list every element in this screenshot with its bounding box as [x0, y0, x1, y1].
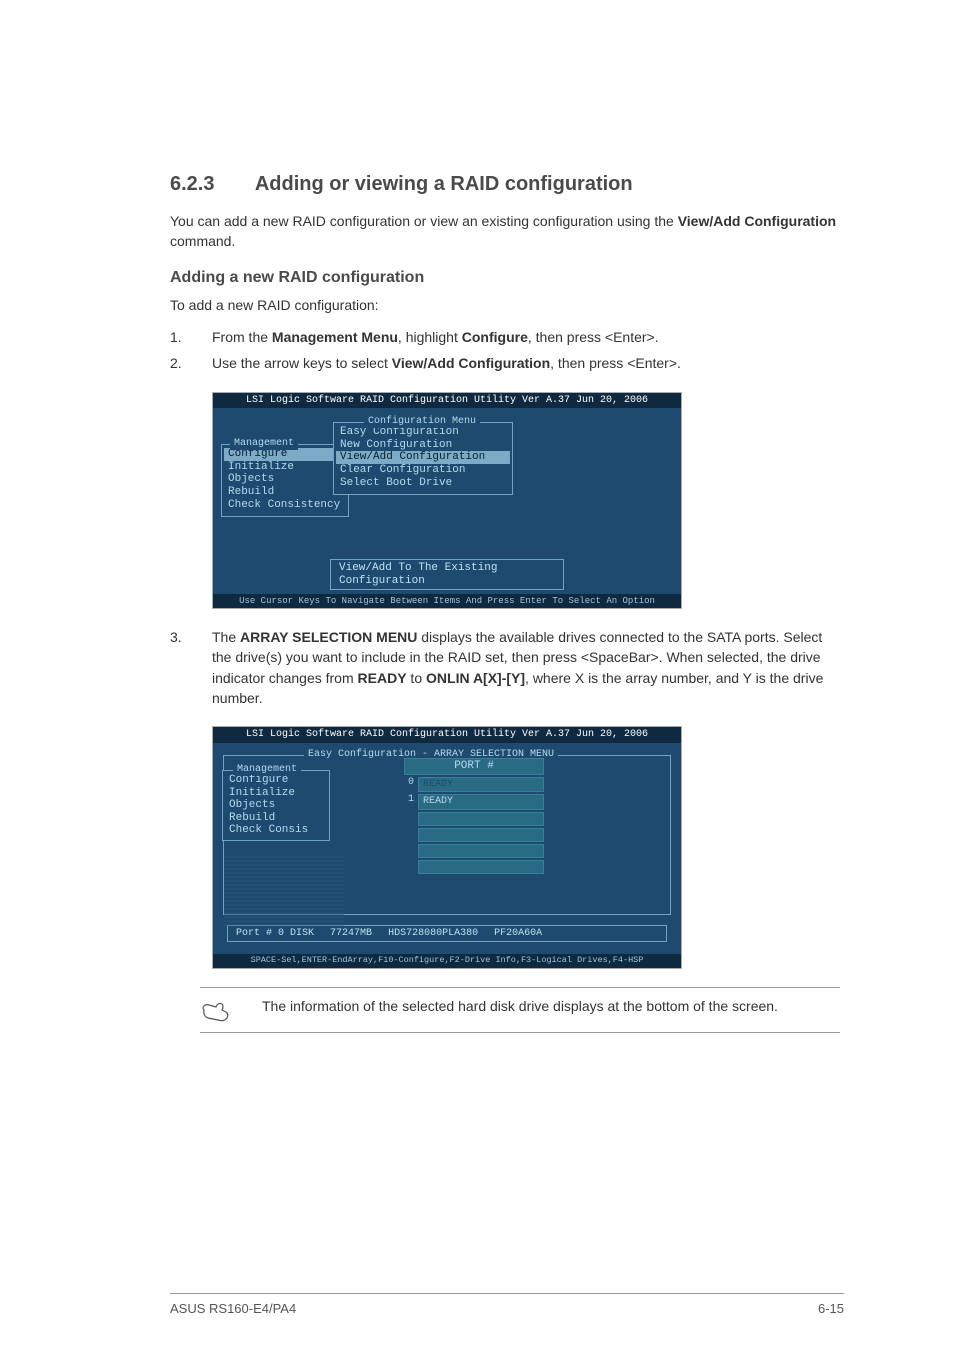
mgmt2-item[interactable]: Initialize [229, 787, 323, 800]
drive-row-blank [404, 844, 544, 858]
mgmt-item-check[interactable]: Check Consistency [228, 499, 342, 512]
mgmt-item-objects[interactable]: Objects [228, 473, 342, 486]
intro-paragraph: You can add a new RAID configuration or … [170, 211, 844, 252]
cfg-item-easy[interactable]: Easy Configuration [340, 426, 506, 439]
screenshot-array-selection: LSI Logic Software RAID Configuration Ut… [212, 726, 682, 969]
configuration-menu-box: Configuration Menu Easy Configuration Ne… [333, 422, 513, 495]
mgmt2-item[interactable]: Configure [229, 774, 323, 787]
mgmt2-item[interactable]: Check Consis [229, 824, 323, 837]
mgmt2-item[interactable]: Rebuild [229, 812, 323, 825]
subsection-heading: Adding a new RAID configuration [170, 266, 844, 289]
screenshot-config-menu: LSI Logic Software RAID Configuration Ut… [212, 392, 682, 610]
step-3: The ARRAY SELECTION MENU displays the av… [170, 627, 844, 708]
array-selection-box: Easy Configuration - ARRAY SELECTION MEN… [223, 755, 671, 915]
decor-stripes [224, 856, 344, 926]
mgmt-item-initialize[interactable]: Initialize [228, 461, 342, 474]
note-text: The information of the selected hard dis… [262, 996, 778, 1016]
port-header: PORT # [404, 758, 544, 775]
cfg-item-clear[interactable]: Clear Configuration [340, 464, 506, 477]
footer-left: ASUS RS160-E4/PA4 [170, 1300, 296, 1319]
drive-row-blank [404, 828, 544, 842]
hint-box: View/Add To The Existing Configuration [330, 559, 564, 590]
steps-list-cont: The ARRAY SELECTION MENU displays the av… [170, 627, 844, 708]
section-number: 6.2.3 [170, 170, 250, 199]
cfg-item-viewadd[interactable]: View/Add Configuration [336, 451, 510, 464]
note-row: The information of the selected hard dis… [200, 987, 840, 1033]
bios-footer-hint: Use Cursor Keys To Navigate Between Item… [213, 594, 681, 608]
management-menu-box: Management Configure Initialize Objects … [221, 444, 349, 517]
mgmt-item-rebuild[interactable]: Rebuild [228, 486, 342, 499]
bios-footer-hint-2: SPACE-Sel,ENTER-EndArray,F10-Configure,F… [213, 954, 681, 968]
configuration-menu-title: Configuration Menu [364, 416, 480, 428]
cfg-item-boot[interactable]: Select Boot Drive [340, 477, 506, 490]
note-icon [200, 996, 232, 1024]
step-1: From the Management Menu, highlight Conf… [170, 327, 844, 347]
drive-row-blank [404, 860, 544, 874]
mgmt2-item[interactable]: Objects [229, 799, 323, 812]
page-footer: ASUS RS160-E4/PA4 6-15 [170, 1293, 844, 1319]
drive-row-0[interactable]: 0 READY [404, 777, 544, 793]
management-menu-title: Management [230, 438, 298, 450]
bios-titlebar: LSI Logic Software RAID Configuration Ut… [213, 727, 681, 743]
bios-titlebar: LSI Logic Software RAID Configuration Ut… [213, 393, 681, 409]
step-2: Use the arrow keys to select View/Add Co… [170, 353, 844, 373]
drive-info-box: Port # 0 DISK 77247MB HDS728080PLA380 PF… [227, 925, 667, 943]
drive-info-model: HDS728080PLA380 [388, 928, 478, 940]
subsection-intro: To add a new RAID configuration: [170, 295, 844, 315]
drive-table: PORT # 0 READY 1 READY [404, 758, 544, 874]
management-menu-box-2: Management Configure Initialize Objects … [222, 770, 330, 841]
mgmt-item-configure[interactable]: Configure [224, 448, 346, 461]
drive-row-blank [404, 812, 544, 826]
drive-info-port: Port # 0 DISK [236, 928, 314, 940]
steps-list: From the Management Menu, highlight Conf… [170, 327, 844, 374]
cfg-item-new[interactable]: New Configuration [340, 439, 506, 452]
drive-info-fw: PF20A60A [494, 928, 542, 940]
section-title: Adding or viewing a RAID configuration [255, 173, 633, 195]
drive-info-size: 77247MB [330, 928, 372, 940]
section-heading: 6.2.3 Adding or viewing a RAID configura… [170, 170, 844, 199]
drive-row-1[interactable]: 1 READY [404, 794, 544, 810]
footer-right: 6-15 [818, 1300, 844, 1319]
management-menu-title-2: Management [233, 764, 301, 776]
